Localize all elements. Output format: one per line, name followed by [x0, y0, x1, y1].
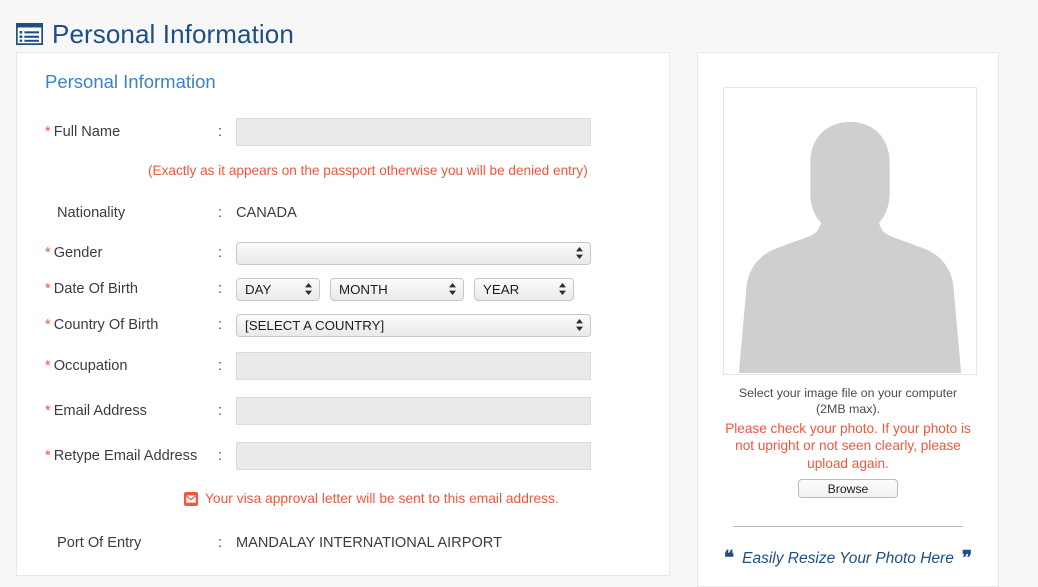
chevron-updown-icon	[559, 283, 566, 296]
label-text: Date Of Birth	[53, 281, 139, 298]
occupation-input[interactable]	[236, 351, 591, 380]
field-nationality: CANADA	[236, 205, 651, 221]
full-name-note: (Exactly as it appears on the passport o…	[148, 162, 588, 178]
chevron-updown-icon	[305, 283, 312, 296]
form-row-email: * Email Address :	[28, 388, 651, 433]
required-marker: *	[45, 447, 51, 464]
photo-warning: Please check your photo. If your photo i…	[725, 421, 971, 471]
required-marker: *	[45, 124, 51, 140]
country-of-birth-select[interactable]: [SELECT A COUNTRY]	[236, 313, 591, 337]
field-retype-email	[236, 441, 651, 470]
port-of-entry-value: MANDALAY INTERNATIONAL AIRPORT	[236, 534, 502, 551]
retype-email-input[interactable]	[236, 441, 591, 470]
email-note-text: Your visa approval letter will be sent t…	[205, 491, 559, 507]
colon-separator: :	[218, 245, 223, 262]
required-marker: *	[45, 402, 51, 419]
country-of-birth-value: [SELECT A COUNTRY]	[245, 317, 385, 333]
label-date-of-birth: * Date Of Birth	[28, 281, 218, 297]
field-email	[236, 396, 651, 425]
label-country-of-birth: * Country Of Birth	[28, 317, 218, 333]
label-text: Gender	[53, 245, 103, 262]
required-marker: *	[45, 281, 51, 298]
label-nationality: Nationality	[28, 205, 218, 221]
photo-upload-panel: Select your image file on your computer …	[697, 52, 999, 587]
list-icon	[16, 23, 43, 45]
birth-year-select[interactable]: YEAR	[474, 277, 574, 301]
chevron-updown-icon	[576, 319, 583, 332]
email-input[interactable]	[236, 396, 591, 425]
browse-button[interactable]: Browse	[798, 479, 898, 499]
colon-separator: :	[218, 281, 223, 298]
colon-separator: :	[218, 204, 223, 221]
label-email: * Email Address	[28, 403, 218, 419]
field-country-of-birth: [SELECT A COUNTRY]	[236, 313, 651, 337]
label-text: Full Name	[53, 124, 121, 140]
resize-link-row: ❝ Easily Resize Your Photo Here ❞	[723, 549, 973, 568]
chevron-updown-icon	[576, 247, 583, 260]
field-date-of-birth: DAY MONTH YEAR	[236, 277, 651, 301]
full-name-input[interactable]	[236, 118, 591, 146]
field-full-name	[236, 118, 651, 146]
section-title: Personal Information	[45, 71, 216, 92]
form-row-retype-email: * Retype Email Address :	[28, 433, 651, 478]
required-marker: *	[45, 357, 51, 374]
colon-separator: :	[218, 402, 223, 419]
field-gender	[236, 241, 651, 265]
form-row-full-name: * Full Name :	[28, 110, 651, 155]
colon-separator: :	[218, 357, 223, 374]
label-full-name: * Full Name	[28, 124, 218, 140]
personal-information-form-panel: Personal Information * Full Name : (Exact…	[16, 52, 670, 577]
birth-month-value: MONTH	[339, 281, 388, 297]
birth-day-select[interactable]: DAY	[236, 277, 320, 301]
page-title: Personal Information	[52, 19, 294, 49]
form-row-nationality: Nationality : CANADA	[28, 190, 651, 235]
content-area: Personal Information * Full Name : (Exact…	[0, 52, 1038, 587]
colon-separator: :	[218, 317, 223, 334]
label-gender: * Gender	[28, 245, 218, 261]
form-row-country-of-birth: * Country Of Birth : [SELECT A COUNTRY]	[28, 307, 651, 343]
quote-close-icon: ❞	[961, 548, 973, 570]
photo-preview-frame	[723, 87, 977, 375]
label-port-of-entry: Port Of Entry	[28, 535, 218, 551]
field-port-of-entry: MANDALAY INTERNATIONAL AIRPORT	[236, 535, 651, 551]
label-text: Country Of Birth	[53, 317, 159, 334]
photo-caption: Select your image file on your computer …	[738, 386, 958, 416]
colon-separator: :	[218, 124, 223, 140]
label-retype-email: * Retype Email Address	[28, 448, 218, 464]
label-text: Email Address	[53, 402, 147, 419]
form-row-occupation: * Occupation :	[28, 343, 651, 388]
colon-separator: :	[218, 447, 223, 464]
label-text: Occupation	[53, 357, 128, 374]
quote-open-icon: ❝	[723, 548, 735, 570]
gender-select[interactable]	[236, 241, 591, 265]
form-row-date-of-birth: * Date Of Birth : DAY MONTH YEAR	[28, 271, 651, 307]
label-text: Port Of Entry	[57, 534, 142, 551]
chevron-updown-icon	[449, 283, 456, 296]
resize-photo-link[interactable]: Easily Resize Your Photo Here	[742, 550, 954, 568]
label-occupation: * Occupation	[28, 358, 218, 374]
page-header: Personal Information	[0, 0, 1038, 52]
form-row-port-of-entry: Port Of Entry : MANDALAY INTERNATIONAL A…	[28, 520, 651, 565]
required-marker: *	[45, 317, 51, 334]
required-marker: *	[45, 245, 51, 262]
form-row-gender: * Gender :	[28, 235, 651, 271]
photo-divider	[733, 526, 963, 528]
label-text: Nationality	[57, 204, 126, 221]
birth-month-select[interactable]: MONTH	[330, 277, 464, 301]
field-occupation	[236, 351, 651, 380]
email-note: Your visa approval letter will be sent t…	[28, 491, 651, 506]
label-text: Retype Email Address	[53, 447, 198, 464]
envelope-icon	[184, 491, 198, 506]
colon-separator: :	[218, 534, 223, 551]
nationality-value: CANADA	[236, 204, 297, 221]
